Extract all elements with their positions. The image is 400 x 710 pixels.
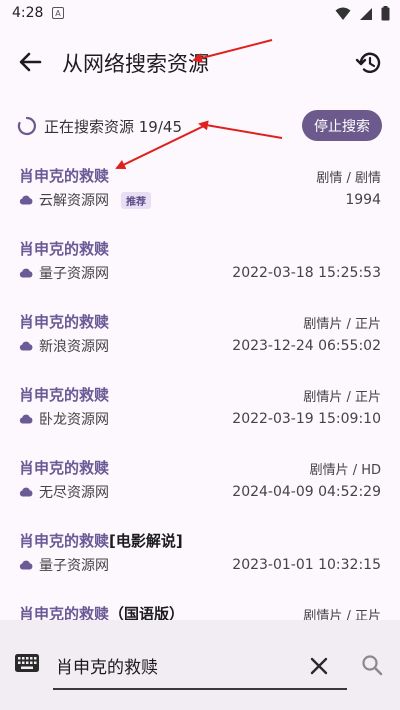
search-icon [362, 655, 383, 676]
top-app-bar: 从网络搜索资源 [0, 28, 400, 92]
wifi-icon [335, 7, 351, 20]
status-icons [335, 6, 390, 21]
result-source: 量子资源网 [39, 266, 109, 282]
page-title: 从网络搜索资源 [62, 52, 209, 76]
result-date: 2024-04-09 04:52:29 [232, 484, 381, 500]
search-progress: 正在搜索资源 19/45 停止搜索 [0, 108, 400, 144]
stop-search-button[interactable]: 停止搜索 [302, 110, 382, 141]
result-title-suffix: [电影解说] [109, 532, 183, 550]
result-title-text: 肖申克的救赎 [19, 167, 110, 185]
result-date: 2022-03-18 15:25:53 [232, 265, 381, 281]
cloud-icon [19, 560, 33, 570]
result-title: 肖申克的救赎 [19, 238, 109, 259]
back-button[interactable] [14, 46, 46, 78]
result-title-text: 肖申克的救赎 [19, 459, 110, 477]
result-title-text: 肖申克的救赎 [19, 313, 110, 331]
result-source: 量子资源网 [39, 558, 109, 574]
result-date: 2023-01-01 10:32:15 [232, 557, 381, 573]
result-title-text: 肖申克的救赎 [19, 532, 110, 550]
result-title-text: 肖申克的救赎 [19, 605, 110, 620]
result-title-suffix: （国语版） [109, 605, 185, 620]
search-input-underline [53, 688, 347, 690]
history-button[interactable] [354, 48, 384, 78]
battery-icon [381, 6, 390, 21]
search-button[interactable] [361, 654, 383, 676]
result-source-row: 量子资源网 [19, 555, 109, 575]
progress-text: 正在搜索资源 19/45 [44, 118, 182, 136]
result-type: 剧情片 / 正片 [303, 609, 381, 620]
recommend-badge: 推荐 [121, 191, 151, 209]
search-input[interactable] [54, 650, 298, 680]
result-source: 新浪资源网 [39, 339, 109, 355]
signal-icon [360, 7, 372, 20]
result-item[interactable]: 肖申克的救赎 量子资源网 2022-03-18 15:25:53 [0, 228, 400, 301]
result-title-text: 肖申克的救赎 [19, 386, 110, 404]
cloud-icon [19, 487, 33, 497]
result-type: 剧情 / 剧情 [316, 171, 381, 186]
result-type: 剧情片 / 正片 [303, 317, 381, 332]
result-date: 2023-12-24 06:55:02 [232, 338, 381, 354]
result-title-text: 肖申克的救赎 [19, 240, 110, 258]
result-item[interactable]: 肖申克的救赎 剧情 / 剧情 云解资源网 推荐 1994 [0, 155, 400, 228]
cloud-icon [19, 268, 33, 278]
bottom-search-bar [0, 620, 400, 710]
history-icon [355, 52, 381, 73]
result-item[interactable]: 肖申克的救赎 剧情片 / 正片 卧龙资源网 2022-03-19 15:09:1… [0, 374, 400, 447]
result-title: 肖申克的救赎 [19, 457, 109, 478]
close-icon [310, 657, 328, 675]
result-date: 2022-03-19 15:09:10 [232, 411, 381, 427]
status-bar: 4:28 A [0, 0, 400, 28]
cloud-icon [19, 414, 33, 424]
result-source-row: 云解资源网 推荐 [19, 190, 151, 210]
app-notification-icon: A [52, 7, 64, 19]
result-title: 肖申克的救赎 [19, 311, 109, 332]
result-source-row: 新浪资源网 [19, 336, 109, 356]
keyboard-icon[interactable] [15, 654, 39, 672]
result-source-row: 无尽资源网 [19, 482, 109, 502]
cloud-icon [19, 195, 33, 205]
cloud-icon [19, 341, 33, 351]
result-source: 云解资源网 [39, 193, 109, 209]
result-item[interactable]: 肖申克的救赎 剧情片 / 正片 新浪资源网 2023-12-24 06:55:0… [0, 301, 400, 374]
result-type: 剧情片 / HD [309, 463, 381, 478]
result-source-row: 卧龙资源网 [19, 409, 109, 429]
result-title: 肖申克的救赎 [19, 384, 109, 405]
result-title: 肖申克的救赎 [19, 165, 109, 186]
result-source: 无尽资源网 [39, 485, 109, 501]
result-source-row: 量子资源网 [19, 263, 109, 283]
result-date: 1994 [345, 192, 381, 208]
result-title: 肖申克的救赎[电影解说] [19, 530, 183, 551]
result-title: 肖申克的救赎（国语版） [19, 603, 184, 620]
arrow-left-icon [19, 52, 42, 72]
result-item[interactable]: 肖申克的救赎（国语版） 剧情片 / 正片 [0, 593, 400, 620]
result-list[interactable]: 肖申克的救赎 剧情 / 剧情 云解资源网 推荐 1994 肖申克的救赎 量子资源… [0, 155, 400, 620]
result-item[interactable]: 肖申克的救赎[电影解说] 量子资源网 2023-01-01 10:32:15 [0, 520, 400, 593]
loading-spinner-icon [17, 116, 36, 136]
clear-search-button[interactable] [308, 655, 330, 677]
status-time: 4:28 [12, 5, 44, 21]
result-source: 卧龙资源网 [39, 412, 109, 428]
result-item[interactable]: 肖申克的救赎 剧情片 / HD 无尽资源网 2024-04-09 04:52:2… [0, 447, 400, 520]
result-type: 剧情片 / 正片 [303, 390, 381, 405]
